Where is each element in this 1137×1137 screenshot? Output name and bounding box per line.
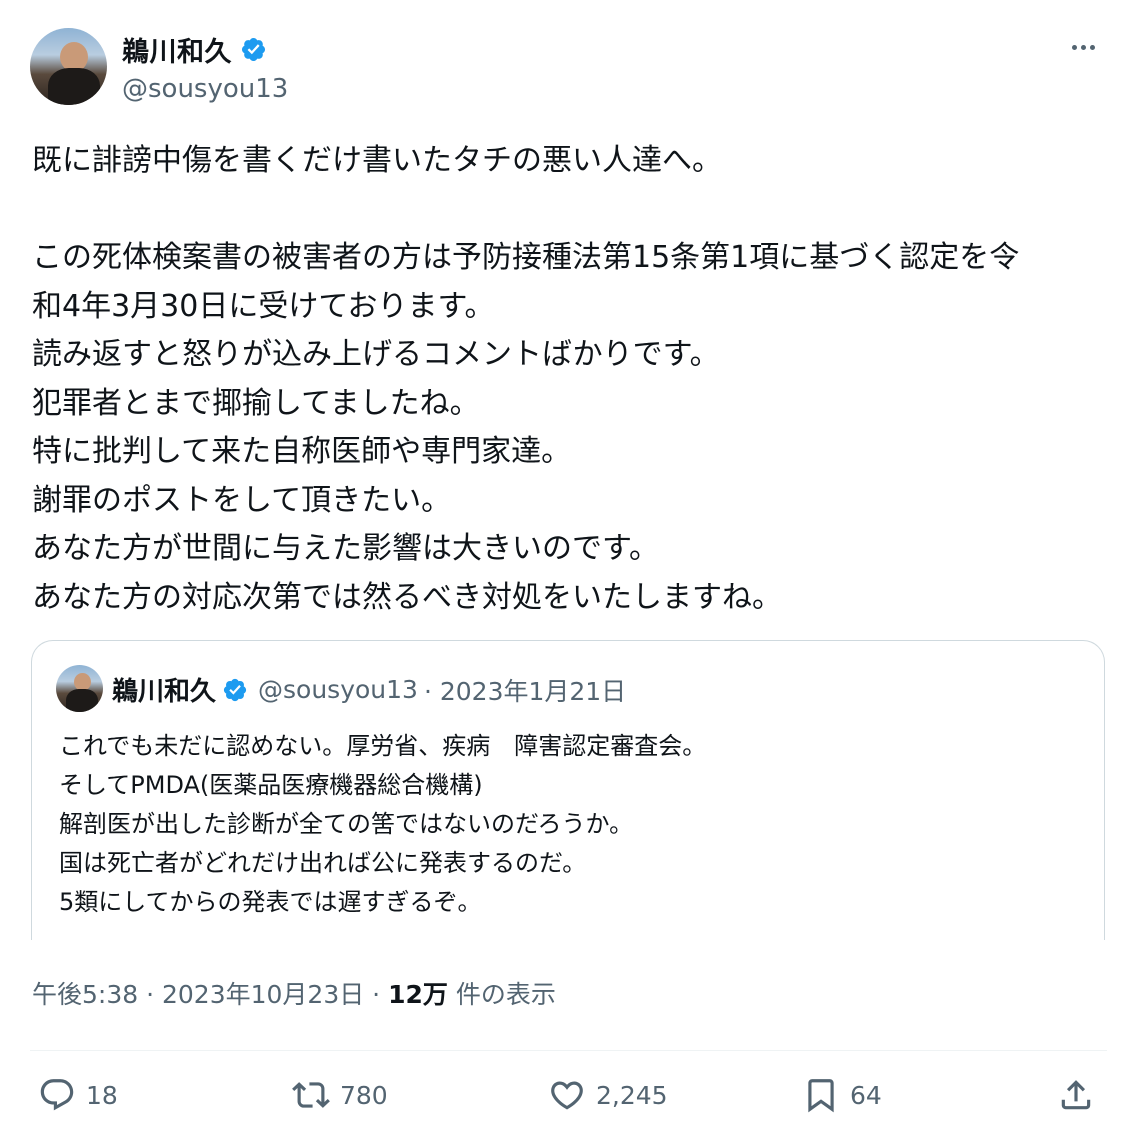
quoted-author-avatar <box>56 665 103 712</box>
verified-badge-icon <box>241 37 266 62</box>
like-count: 2,245 <box>596 1080 668 1110</box>
author-avatar[interactable] <box>30 28 107 105</box>
tweet-timestamp[interactable]: 午後5:38 · 2023年10月23日 · <box>32 980 388 1009</box>
bookmark-count: 64 <box>850 1080 882 1110</box>
bookmark-icon <box>808 1079 834 1113</box>
author-name[interactable]: 鵜川和久 <box>122 30 232 69</box>
action-bar: 18 780 2,245 64 <box>0 1070 1137 1130</box>
divider <box>30 1050 1107 1051</box>
share-button[interactable] <box>1057 1076 1095 1114</box>
repost-button[interactable]: 780 <box>292 1076 388 1114</box>
repost-count: 780 <box>340 1080 388 1110</box>
quoted-tweet-date: · 2023年1月21日 <box>423 676 627 706</box>
share-icon <box>1061 1080 1091 1110</box>
reply-button[interactable]: 18 <box>38 1076 118 1114</box>
reply-icon <box>40 1079 74 1111</box>
author-name-row[interactable]: 鵜川和久 <box>122 30 267 69</box>
views-label: 件の表示 <box>447 980 556 1009</box>
quoted-author-name: 鵜川和久 <box>112 677 217 707</box>
tweet-page: 鵜川和久 @sousyou13 既に誹謗中傷を書くだけ書いたタチの悪い人達へ。 … <box>0 0 1137 1137</box>
views-count: 12万 <box>388 980 448 1009</box>
bookmark-button[interactable]: 64 <box>802 1076 882 1114</box>
more-icon[interactable] <box>1065 32 1101 62</box>
author-handle[interactable]: @sousyou13 <box>122 74 288 104</box>
tweet-text: 既に誹謗中傷を書くだけ書いたタチの悪い人達へ。 この死体検案書の被害者の方は予防… <box>32 143 1020 615</box>
quoted-author-handle: @sousyou13 <box>258 675 418 704</box>
quoted-tweet-header: 鵜川和久 @sousyou13 · 2023年1月21日 <box>112 671 626 708</box>
like-icon <box>551 1081 583 1110</box>
tweet-meta: 午後5:38 · 2023年10月23日 · 12万 件の表示 <box>32 975 556 1011</box>
quoted-tweet-card[interactable]: 鵜川和久 @sousyou13 · 2023年1月21日 これでも未だに認めない… <box>31 640 1105 940</box>
verified-badge-icon <box>223 678 247 701</box>
reply-count: 18 <box>86 1080 118 1110</box>
like-button[interactable]: 2,245 <box>548 1076 668 1114</box>
repost-icon <box>292 1082 330 1108</box>
quoted-tweet-text: これでも未だに認めない。厚労省、疾病 障害認定審査会。 そしてPMDA(医薬品医… <box>59 732 707 916</box>
